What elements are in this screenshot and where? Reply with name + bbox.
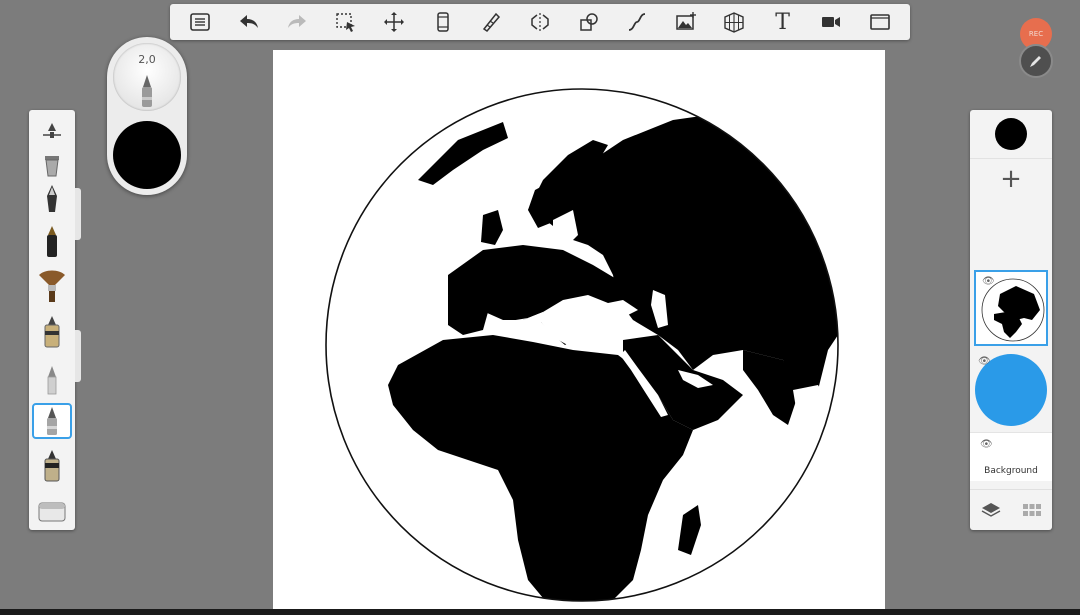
fan-brush-icon (39, 270, 65, 302)
technical-pen-icon (47, 407, 57, 435)
brush-size-value: 2,0 (138, 53, 156, 66)
text-icon: T (775, 9, 790, 35)
bottom-strip (0, 609, 1080, 615)
brush-puck[interactable]: 2,0 (107, 37, 187, 195)
pencil-tip-icon (142, 75, 152, 107)
pencil-icon (1030, 56, 1041, 67)
stroke-button[interactable] (620, 6, 654, 38)
video-icon (822, 17, 841, 27)
workspace: T 2,0 REC + 👁 👁 👁 Background (0, 0, 1080, 615)
perspective-grid-icon (724, 12, 744, 33)
fountain-pen-icon (47, 185, 57, 212)
text-button[interactable]: T (766, 6, 800, 38)
continents (388, 110, 838, 601)
background-visibility-icon[interactable]: 👁 (980, 439, 993, 450)
layer-visibility-icon[interactable]: 👁 (978, 356, 991, 367)
symmetry-icon (531, 13, 549, 31)
selection-button[interactable] (329, 6, 363, 38)
background-layer[interactable]: 👁 Background (970, 432, 1052, 481)
brush-settings-button[interactable] (32, 114, 72, 150)
fullscreen-icon (869, 14, 890, 30)
pencil-icon (47, 366, 57, 395)
redo-button[interactable] (280, 6, 314, 38)
layers-icon[interactable] (981, 501, 1001, 519)
eraser-button[interactable] (32, 492, 72, 528)
ink-pen-button[interactable] (32, 224, 72, 260)
image-add-button[interactable] (669, 6, 703, 38)
redo-icon (288, 15, 307, 28)
layers-panel: + 👁 👁 👁 Background (970, 110, 1052, 530)
globe-drawing (325, 88, 839, 602)
brush-palette (29, 110, 75, 530)
pen-mode-button[interactable] (1019, 44, 1053, 78)
ink-pen-icon (47, 226, 57, 257)
current-color-swatch[interactable] (113, 121, 181, 189)
french-curve-button[interactable] (474, 6, 508, 38)
marker-button[interactable] (32, 314, 72, 350)
symmetry-button[interactable] (523, 6, 557, 38)
undo-button[interactable] (232, 6, 266, 38)
paint-bucket-icon (45, 156, 59, 177)
perspective-grid-button[interactable] (717, 6, 751, 38)
transform-button[interactable] (377, 6, 411, 38)
grid-view-icon[interactable] (1022, 502, 1042, 518)
shapes-button[interactable] (572, 6, 606, 38)
layers-footer (970, 489, 1052, 530)
undo-icon (239, 15, 258, 28)
transform-icon (384, 12, 405, 32)
palette-collapse-handle[interactable] (75, 330, 81, 382)
list-button[interactable] (183, 6, 217, 38)
marker-icon (44, 316, 60, 348)
video-button[interactable] (814, 6, 848, 38)
fan-brush-button[interactable] (32, 268, 72, 304)
paint-bucket-button[interactable] (32, 148, 72, 184)
ruler-button[interactable] (426, 6, 460, 38)
layer-thumbnail-globe[interactable]: 👁 (974, 270, 1048, 346)
fountain-pen-button[interactable] (32, 182, 72, 218)
pencil-button[interactable] (32, 362, 72, 398)
shapes-icon (579, 13, 598, 31)
brush-size-knob[interactable]: 2,0 (113, 43, 181, 111)
list-icon (190, 13, 211, 31)
selection-icon (336, 13, 355, 32)
ruler-icon (437, 12, 449, 32)
french-curve-icon (483, 12, 501, 32)
background-layer-label: Background (984, 466, 1038, 476)
eraser-icon (38, 502, 66, 522)
technical-pen-button[interactable] (32, 403, 72, 439)
fullscreen-button[interactable] (863, 6, 897, 38)
drawing-canvas[interactable] (273, 50, 885, 610)
top-toolbar: T (170, 4, 910, 40)
airbrush-button[interactable] (32, 448, 72, 484)
layer-color-swatch[interactable] (995, 118, 1027, 150)
image-add-icon (675, 12, 696, 30)
layer-visibility-icon[interactable]: 👁 (982, 276, 995, 287)
stroke-icon (628, 13, 646, 31)
brush-settings-icon (43, 123, 61, 138)
palette-collapse-handle[interactable] (75, 188, 81, 240)
add-layer-button[interactable]: + (970, 158, 1052, 199)
airbrush-icon (44, 450, 60, 482)
